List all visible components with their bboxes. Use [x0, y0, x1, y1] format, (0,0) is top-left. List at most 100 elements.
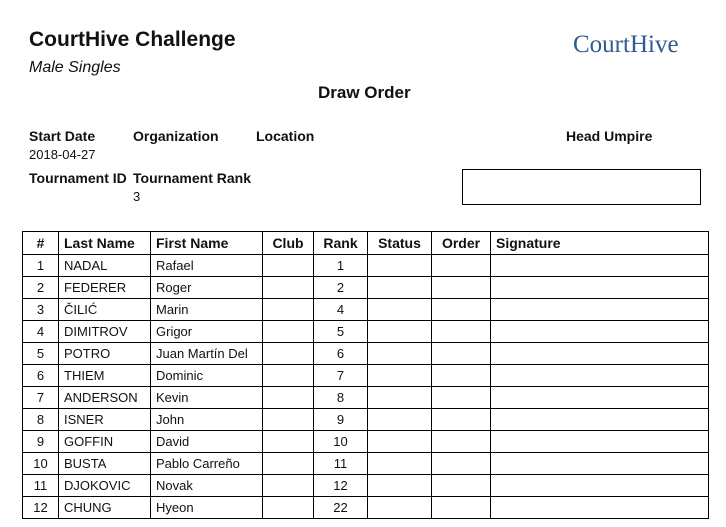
cell-rank: 9 [313, 408, 368, 431]
cell-club [262, 276, 314, 299]
cell-order [431, 408, 491, 431]
cell-first-name: Juan Martín Del [150, 342, 263, 365]
cell-status [367, 254, 432, 277]
cell-number: 4 [22, 320, 59, 343]
cell-number: 8 [22, 408, 59, 431]
cell-club [262, 298, 314, 321]
cell-rank: 12 [313, 474, 368, 497]
col-header-status: Status [367, 231, 432, 255]
cell-last-name: POTRO [58, 342, 151, 365]
cell-status [367, 342, 432, 365]
cell-last-name: FEDERER [58, 276, 151, 299]
cell-rank: 6 [313, 342, 368, 365]
cell-number: 3 [22, 298, 59, 321]
cell-last-name: GOFFIN [58, 430, 151, 453]
cell-status [367, 276, 432, 299]
cell-last-name: ISNER [58, 408, 151, 431]
cell-last-name: CHUNG [58, 496, 151, 519]
cell-club [262, 386, 314, 409]
head-umpire-label: Head Umpire [566, 128, 653, 144]
cell-signature [490, 474, 709, 497]
organization-label: Organization [133, 128, 219, 144]
cell-signature [490, 298, 709, 321]
cell-signature [490, 320, 709, 343]
col-header-rank: Rank [313, 231, 368, 255]
cell-rank: 22 [313, 496, 368, 519]
cell-order [431, 474, 491, 497]
cell-first-name: David [150, 430, 263, 453]
start-date-label: Start Date [29, 128, 96, 144]
col-header-signature: Signature [490, 231, 709, 255]
cell-status [367, 298, 432, 321]
cell-status [367, 364, 432, 387]
cell-last-name: DIMITROV [58, 320, 151, 343]
table-row: 8 ISNER John 9 [22, 408, 709, 431]
cell-order [431, 364, 491, 387]
tournament-id-label: Tournament ID [29, 170, 127, 186]
cell-order [431, 452, 491, 475]
cell-rank: 8 [313, 386, 368, 409]
cell-first-name: Grigor [150, 320, 263, 343]
cell-rank: 2 [313, 276, 368, 299]
cell-number: 5 [22, 342, 59, 365]
cell-signature [490, 342, 709, 365]
cell-order [431, 386, 491, 409]
cell-rank: 11 [313, 452, 368, 475]
cell-number: 9 [22, 430, 59, 453]
cell-order [431, 320, 491, 343]
cell-rank: 5 [313, 320, 368, 343]
cell-status [367, 320, 432, 343]
table-row: 11 DJOKOVIC Novak 12 [22, 474, 709, 497]
cell-rank: 1 [313, 254, 368, 277]
cell-order [431, 254, 491, 277]
cell-first-name: Pablo Carreño [150, 452, 263, 475]
cell-status [367, 430, 432, 453]
cell-club [262, 452, 314, 475]
cell-number: 7 [22, 386, 59, 409]
cell-club [262, 342, 314, 365]
cell-last-name: ANDERSON [58, 386, 151, 409]
cell-club [262, 430, 314, 453]
cell-status [367, 496, 432, 519]
event-subtitle: Male Singles [29, 59, 121, 76]
table-row: 2 FEDERER Roger 2 [22, 276, 709, 299]
cell-number: 10 [22, 452, 59, 475]
table-row: 4 DIMITROV Grigor 5 [22, 320, 709, 343]
cell-order [431, 298, 491, 321]
courthive-logo: CourtHive [573, 31, 679, 58]
head-umpire-box [462, 169, 701, 205]
table-row: 10 BUSTA Pablo Carreño 11 [22, 452, 709, 475]
table-row: 3 ČILIĆ Marin 4 [22, 298, 709, 321]
cell-signature [490, 496, 709, 519]
cell-club [262, 408, 314, 431]
col-header-last-name: Last Name [58, 231, 151, 255]
cell-rank: 10 [313, 430, 368, 453]
cell-order [431, 496, 491, 519]
table-row: 6 THIEM Dominic 7 [22, 364, 709, 387]
cell-first-name: Roger [150, 276, 263, 299]
table-row: 1 NADAL Rafael 1 [22, 254, 709, 277]
cell-signature [490, 452, 709, 475]
tournament-title: CourtHive Challenge [29, 28, 236, 51]
cell-status [367, 474, 432, 497]
cell-status [367, 386, 432, 409]
cell-status [367, 452, 432, 475]
table-row: 5 POTRO Juan Martín Del 6 [22, 342, 709, 365]
document-heading: Draw Order [318, 83, 411, 102]
cell-order [431, 430, 491, 453]
cell-signature [490, 408, 709, 431]
cell-club [262, 496, 314, 519]
table-row: 7 ANDERSON Kevin 8 [22, 386, 709, 409]
cell-status [367, 408, 432, 431]
cell-last-name: BUSTA [58, 452, 151, 475]
cell-number: 1 [22, 254, 59, 277]
cell-order [431, 276, 491, 299]
draw-order-table: # Last Name First Name Club Rank Status … [22, 231, 709, 519]
col-header-club: Club [262, 231, 314, 255]
cell-last-name: THIEM [58, 364, 151, 387]
location-label: Location [256, 128, 315, 144]
cell-signature [490, 254, 709, 277]
cell-club [262, 474, 314, 497]
cell-number: 6 [22, 364, 59, 387]
cell-club [262, 254, 314, 277]
